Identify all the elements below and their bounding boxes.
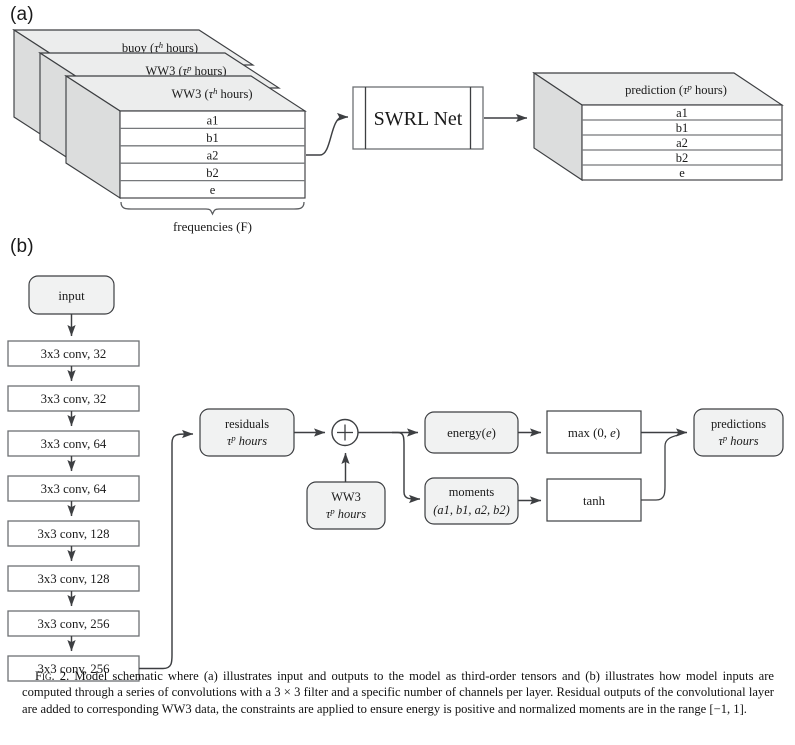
add-operator bbox=[331, 418, 359, 447]
model-box-label: SWRL Net bbox=[374, 108, 463, 130]
input-row-e: e bbox=[210, 183, 216, 197]
conv-layer-2: 3x3 conv, 32 bbox=[7, 385, 140, 412]
tanh-node-label: tanh bbox=[583, 494, 606, 508]
figure-diagram: buoy (τh hours) WW3 (τp hours) WW3 (τh h… bbox=[7, 28, 784, 682]
conv-layer-1-label: 3x3 conv, 32 bbox=[41, 347, 107, 361]
conv-layer-5-label: 3x3 conv, 128 bbox=[37, 527, 109, 541]
connector-tensor-to-model bbox=[306, 112, 349, 156]
input-tensor: buoy (τh hours) WW3 (τp hours) WW3 (τh h… bbox=[12, 28, 307, 234]
residuals-node-line1: residuals bbox=[225, 417, 269, 431]
prediction-slab-label: prediction (τp hours) bbox=[625, 82, 727, 97]
prediction-row-e: e bbox=[679, 166, 685, 180]
predictions-node: predictions τp hours bbox=[693, 408, 784, 457]
energy-node: energy(e) bbox=[424, 411, 519, 454]
conv-layer-5: 3x3 conv, 128 bbox=[7, 520, 140, 547]
ww3-node: WW3 τp hours bbox=[306, 481, 386, 530]
moments-node: moments (a1, b1, a2, b2) bbox=[424, 477, 519, 525]
input-node: input bbox=[28, 275, 115, 315]
conv-layer-4: 3x3 conv, 64 bbox=[7, 475, 140, 502]
conv-layer-1: 3x3 conv, 32 bbox=[7, 340, 140, 367]
caption-body: Model schematic where (a) illustrates in… bbox=[22, 669, 774, 716]
conv-layer-7-label: 3x3 conv, 256 bbox=[37, 617, 110, 631]
input-row-a2: a2 bbox=[207, 148, 219, 162]
prediction-row-a2: a2 bbox=[676, 136, 688, 150]
conv-layer-3: 3x3 conv, 64 bbox=[7, 430, 140, 457]
input-row-b1: b1 bbox=[206, 131, 219, 145]
input-row-b2: b2 bbox=[206, 166, 219, 180]
residuals-node: residuals τp hours bbox=[199, 408, 295, 457]
max-node: max (0, e) bbox=[546, 410, 642, 454]
figure-root: (a) (b) buoy (τh hours) WW3 (τp hours) W… bbox=[0, 0, 795, 745]
prediction-row-b1: b1 bbox=[676, 121, 689, 135]
prediction-row-b2: b2 bbox=[676, 151, 689, 165]
conv-layer-6-label: 3x3 conv, 128 bbox=[37, 572, 109, 586]
figure-caption: Fig. 2. Model schematic where (a) illust… bbox=[22, 668, 774, 717]
slab-label-ww3-h: WW3 (τh hours) bbox=[171, 86, 252, 101]
input-row-a1: a1 bbox=[207, 114, 219, 128]
input-tensor-slab-ww3-h: WW3 (τh hours) a1 b1 a2 b2 e bbox=[64, 74, 307, 200]
ww3-node-line1: WW3 bbox=[331, 490, 361, 504]
conv-layer-4-label: 3x3 conv, 64 bbox=[41, 482, 107, 496]
max-node-label: max (0, e) bbox=[568, 426, 620, 440]
caption-lead: Fig. 2. bbox=[35, 669, 70, 683]
prediction-row-a1: a1 bbox=[676, 106, 688, 120]
connector-tanh-merge bbox=[641, 434, 679, 501]
connector-add-to-moments bbox=[392, 431, 421, 504]
moments-node-line1: moments bbox=[449, 485, 495, 499]
predictions-node-line1: predictions bbox=[711, 417, 766, 431]
input-node-label: input bbox=[58, 289, 85, 303]
conv-layer-2-label: 3x3 conv, 32 bbox=[41, 392, 107, 406]
conv-layer-3-label: 3x3 conv, 64 bbox=[41, 437, 107, 451]
moments-node-line2: (a1, b1, a2, b2) bbox=[433, 503, 509, 517]
conv-layer-7: 3x3 conv, 256 bbox=[7, 610, 140, 637]
conv-layer-6: 3x3 conv, 128 bbox=[7, 565, 140, 592]
prediction-tensor: prediction (τp hours) a1 b1 a2 b2 e bbox=[532, 71, 784, 182]
connector-conv8-to-residuals bbox=[139, 429, 194, 670]
frequencies-label: frequencies (F) bbox=[173, 219, 252, 234]
energy-node-label: energy(e) bbox=[447, 426, 496, 440]
model-box-swrl-net: SWRL Net bbox=[352, 86, 484, 150]
frequencies-brace bbox=[120, 201, 305, 216]
tanh-node: tanh bbox=[546, 478, 642, 522]
